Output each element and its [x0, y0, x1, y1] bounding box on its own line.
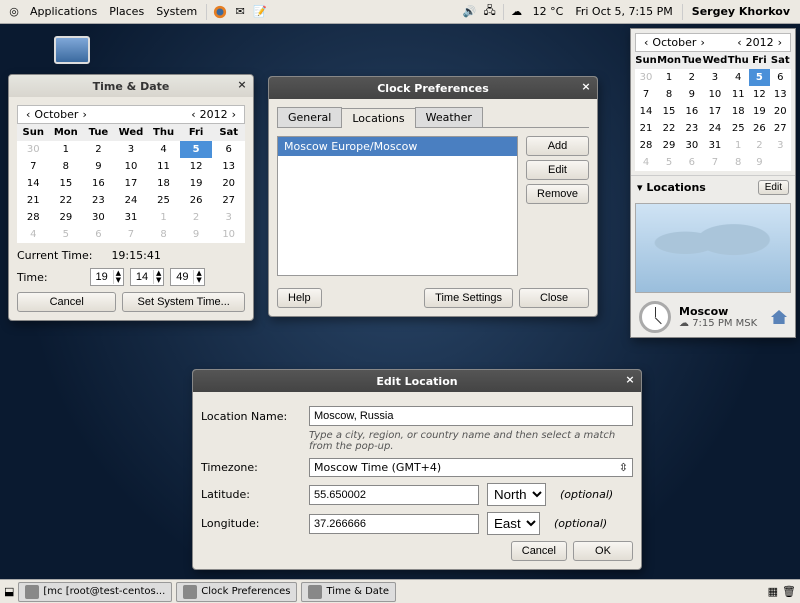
timedate-title: Time & Date	[93, 80, 170, 93]
menu-applications[interactable]: Applications	[24, 3, 103, 20]
bottom-panel: ⬓ [mc [root@test-centos... Clock Prefere…	[0, 579, 800, 603]
lat-optional: (optional)	[560, 488, 613, 501]
timedate-window: Time & Date × ‹ October › ‹ 2012 › SunMo…	[8, 74, 254, 321]
task-terminal[interactable]: [mc [root@test-centos...	[18, 582, 172, 602]
tz-label: Timezone:	[201, 461, 301, 474]
edit-button[interactable]: Edit	[526, 160, 589, 180]
volume-icon[interactable]: 🔊	[462, 4, 478, 20]
lat-dir-select[interactable]: North	[487, 483, 546, 506]
current-time-value: 19:15:41	[111, 249, 160, 262]
lat-input[interactable]	[309, 485, 479, 505]
lon-dir-select[interactable]: East	[487, 512, 540, 535]
hour-spinner[interactable]: ▲▼	[90, 268, 124, 286]
applet-city: Moscow	[679, 305, 757, 318]
cal-prev-year[interactable]: ‹	[187, 108, 199, 121]
close-icon[interactable]: ×	[579, 80, 593, 94]
clockprefs-title: Clock Preferences	[377, 82, 489, 95]
tab-weather[interactable]: Weather	[415, 107, 483, 127]
tab-locations[interactable]: Locations	[341, 108, 415, 128]
help-button[interactable]: Help	[277, 288, 322, 308]
editloc-window: Edit Location × Location Name: Type a ci…	[192, 369, 642, 570]
firefox-icon[interactable]	[212, 4, 228, 20]
network-icon[interactable]: 🖧	[482, 4, 498, 20]
clock-text[interactable]: Fri Oct 5, 7:15 PM	[569, 5, 678, 18]
lon-label: Longitude:	[201, 517, 301, 530]
cal-next-year[interactable]: ›	[228, 108, 240, 121]
time-label: Time:	[17, 271, 48, 284]
remove-button[interactable]: Remove	[526, 184, 589, 204]
task-clockprefs[interactable]: Clock Preferences	[176, 582, 297, 602]
applet-next-year[interactable]: ›	[774, 36, 786, 49]
top-panel: ◎ Applications Places System ✉ 📝 🔊 🖧 ☁ 1…	[0, 0, 800, 24]
cal-year[interactable]: 2012	[200, 108, 228, 121]
gnome-foot-icon: ◎	[6, 4, 22, 20]
editloc-title: Edit Location	[376, 375, 457, 388]
editloc-cancel-button[interactable]: Cancel	[511, 541, 567, 561]
calendar-grid[interactable]: SunMonTueWedThuFriSat3012345678910111213…	[17, 124, 245, 243]
editloc-titlebar[interactable]: Edit Location ×	[193, 370, 641, 392]
second-spinner[interactable]: ▲▼	[170, 268, 204, 286]
lat-label: Latitude:	[201, 488, 301, 501]
applet-calendar[interactable]: SunMonTueWedThuFriSat3012345678910111213…	[635, 52, 791, 171]
applet-year[interactable]: 2012	[746, 36, 774, 49]
expand-icon[interactable]: ▾	[637, 181, 643, 194]
cal-prev-month[interactable]: ‹	[22, 108, 34, 121]
computer-desktop-icon[interactable]	[52, 36, 92, 72]
tab-general[interactable]: General	[277, 107, 342, 127]
applet-month[interactable]: October	[652, 36, 696, 49]
locations-header: Locations	[646, 181, 705, 194]
cloud-icon: ☁	[679, 318, 689, 329]
clockprefs-window: Clock Preferences × General Locations We…	[268, 76, 598, 317]
lon-optional: (optional)	[554, 517, 607, 530]
lon-input[interactable]	[309, 514, 479, 534]
locations-listbox[interactable]: Moscow Europe/Moscow	[277, 136, 518, 276]
clock-applet-popup: ‹ October › ‹ 2012 › SunMonTueWedThuFriS…	[630, 28, 796, 338]
clock-icon	[639, 301, 671, 333]
applet-city-time: 7:15 PM MSK	[692, 318, 757, 329]
note-icon[interactable]: 📝	[252, 4, 268, 20]
set-system-time-button[interactable]: Set System Time...	[122, 292, 245, 312]
applet-edit-button[interactable]: Edit	[758, 180, 789, 195]
menu-system[interactable]: System	[150, 3, 203, 20]
close-button[interactable]: Close	[519, 288, 589, 308]
location-item-moscow[interactable]: Moscow Europe/Moscow	[278, 137, 517, 156]
task-timedate[interactable]: Time & Date	[301, 582, 396, 602]
timezone-combo[interactable]: Moscow Time (GMT+4)⇳	[309, 458, 633, 477]
cancel-button[interactable]: Cancel	[17, 292, 116, 312]
applet-prev-year[interactable]: ‹	[733, 36, 745, 49]
cal-next-month[interactable]: ›	[78, 108, 90, 121]
location-name-input[interactable]	[309, 406, 633, 426]
clockprefs-titlebar[interactable]: Clock Preferences ×	[269, 77, 597, 99]
time-settings-button[interactable]: Time Settings	[424, 288, 513, 308]
name-label: Location Name:	[201, 410, 301, 423]
add-button[interactable]: Add	[526, 136, 589, 156]
mail-icon[interactable]: ✉	[232, 4, 248, 20]
editloc-ok-button[interactable]: OK	[573, 541, 633, 561]
cal-month[interactable]: October	[34, 108, 78, 121]
chevron-updown-icon: ⇳	[619, 461, 628, 474]
applet-prev-month[interactable]: ‹	[640, 36, 652, 49]
menu-places[interactable]: Places	[103, 3, 150, 20]
show-desktop-icon[interactable]: ⬓	[4, 585, 14, 598]
timedate-titlebar[interactable]: Time & Date ×	[9, 75, 253, 97]
trash-icon[interactable]: 🗑	[782, 585, 796, 598]
prefs-tabs: General Locations Weather	[277, 107, 589, 128]
minute-spinner[interactable]: ▲▼	[130, 268, 164, 286]
world-map[interactable]	[635, 203, 791, 293]
workspace-switcher[interactable]: ▦	[768, 585, 778, 598]
user-menu[interactable]: Sergey Khorkov	[686, 5, 796, 18]
close-icon[interactable]: ×	[623, 373, 637, 387]
current-time-label: Current Time:	[17, 249, 92, 262]
name-hint: Type a city, region, or country name and…	[309, 430, 633, 452]
weather-icon: ☁	[509, 4, 525, 20]
weather-text: 12 °C	[527, 5, 570, 18]
home-icon[interactable]	[771, 310, 787, 324]
close-icon[interactable]: ×	[235, 78, 249, 92]
applet-next-month[interactable]: ›	[696, 36, 708, 49]
